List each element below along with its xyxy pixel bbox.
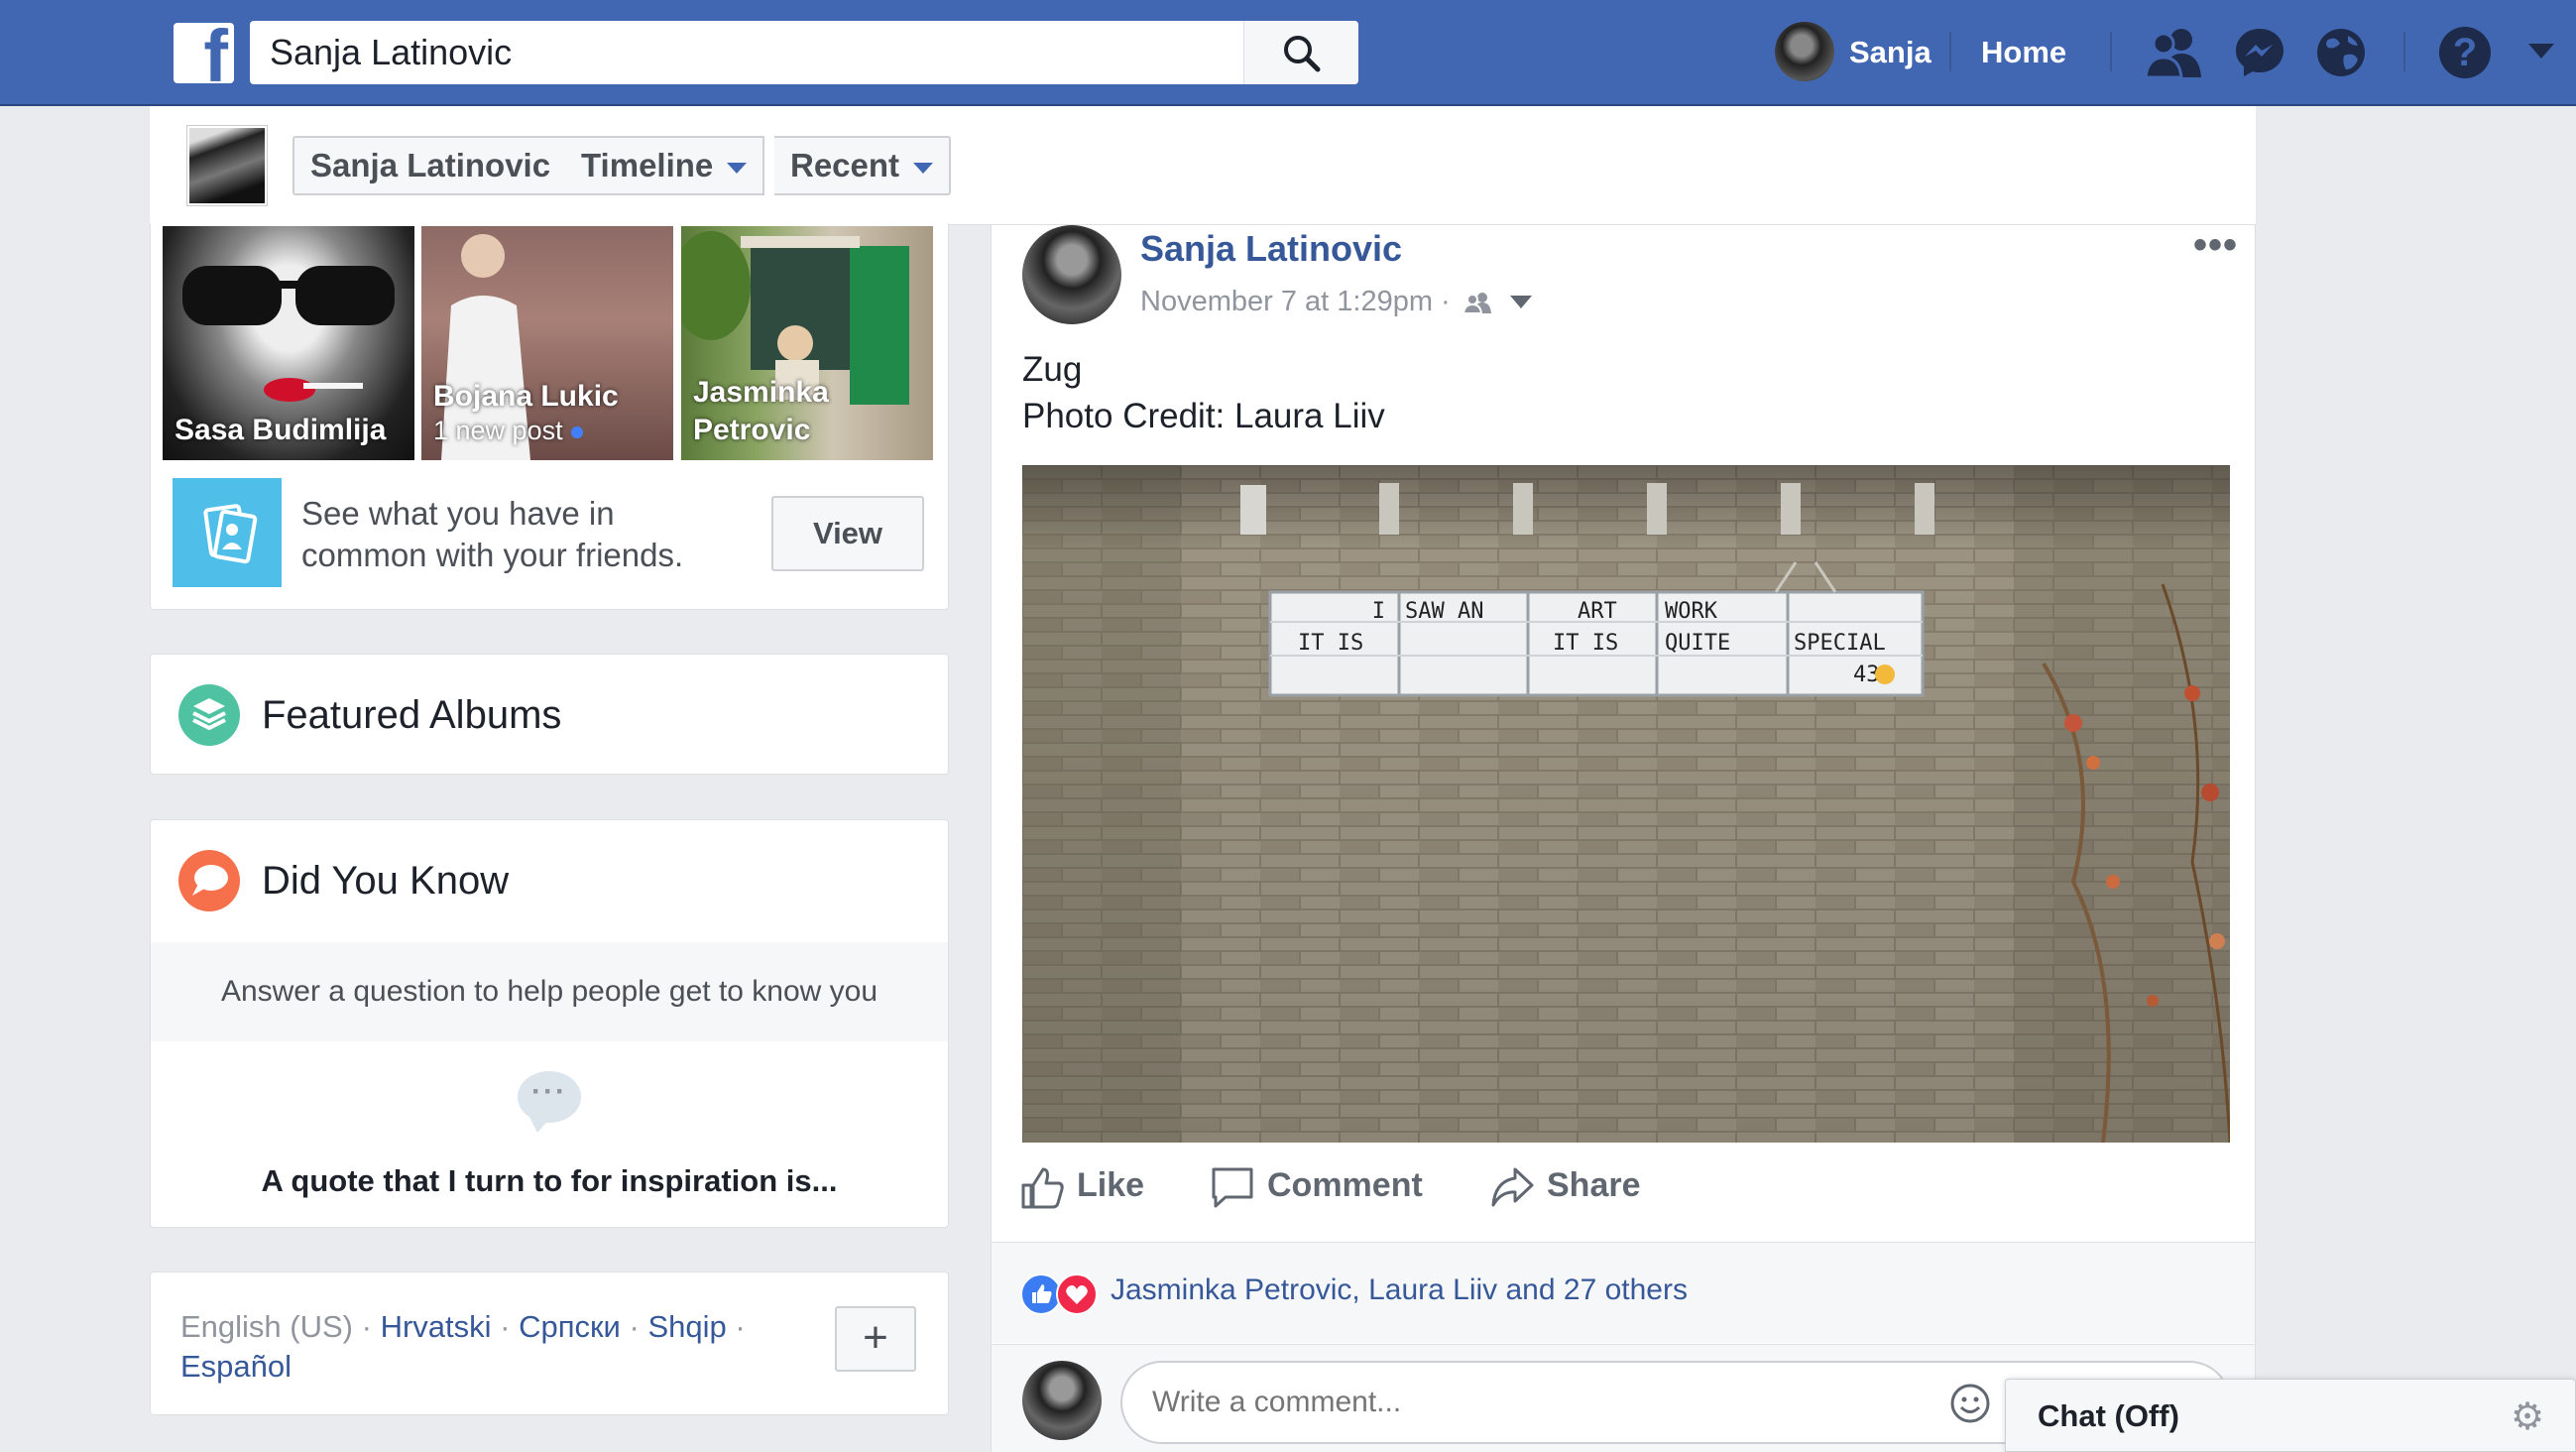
share-label: Share [1547,1165,1641,1204]
chevron-down-icon [727,162,748,174]
friend-new-post-text: 1 new post [433,416,563,446]
nav-divider [2110,32,2112,71]
help-icon[interactable]: ? [2439,27,2491,78]
did-you-know-prompt: Answer a question to help people get to … [220,975,878,1008]
comment-label: Comment [1267,1165,1423,1204]
languages-line-2: Español [180,1349,292,1385]
friend-tile-bojana[interactable]: Bojana Lukic 1 new post [421,226,673,460]
share-button[interactable]: Share [1489,1165,1641,1209]
post-meta: November 7 at 1:29pm · [1140,286,1532,318]
post-photo-brick-wall: I SAW AN ART WORK IT IS IT IS QUITE SPEC… [1022,465,2230,1143]
search-input[interactable] [250,21,1241,84]
friend-tile-jasminka[interactable]: Jasminka Petrovic [681,226,933,460]
language-link-srpski[interactable]: Српски [519,1309,621,1344]
friend-requests-icon[interactable] [2144,26,2203,79]
sign-word: SPECIAL [1794,631,1886,656]
language-link-hrvatski[interactable]: Hrvatski [381,1309,492,1344]
subnav-profile-name[interactable]: Sanja Latinovic [293,136,569,195]
chat-sidebar-toggle[interactable]: Chat (Off) [2005,1379,2576,1452]
did-you-know-quote-prompt[interactable]: A quote that I turn to for inspiration i… [151,1163,948,1199]
post-author-avatar[interactable] [1022,225,1121,324]
post-author-name[interactable]: Sanja Latinovic [1140,228,1402,270]
language-current: English (US) [180,1309,353,1344]
friend-new-post-indicator[interactable]: 1 new post [433,415,619,448]
sign-word: SAW AN [1405,599,1483,624]
friend-name: Sasa Budimlija [175,413,387,446]
did-you-know-title: Did You Know [262,859,510,903]
featured-albums-title[interactable]: Featured Albums [262,693,561,738]
comment-bubble-icon [1212,1167,1253,1208]
language-link-espanol[interactable]: Español [180,1349,292,1384]
subnav-timeline-dropdown[interactable]: Timeline [565,136,765,195]
top-navigation-bar: f Sanja Home ? [0,0,2576,106]
audience-friends-icon[interactable] [1462,291,1494,315]
view-button[interactable]: View [771,496,924,571]
language-link-shqip[interactable]: Shqip [647,1309,726,1344]
friend-name: Jasminka Petrovic [693,374,829,448]
sign-word: IT IS [1553,631,1618,656]
emoji-smiley-icon[interactable] [1949,1383,1991,1424]
chat-settings-gear-icon[interactable]: ⚙ [2511,1394,2544,1439]
sign-word: QUITE [1665,631,1730,656]
friend-name-text: Bojana Lukic [433,379,619,413]
chat-label: Chat (Off) [2038,1398,2179,1433]
subnav-recent-dropdown[interactable]: Recent [774,136,952,195]
language-sep: · [620,1309,648,1344]
friend-name: Bojana Lukic 1 new post [433,378,619,448]
search-icon [1284,36,1321,72]
sign-word: IT IS [1298,631,1363,656]
new-post-dot-icon [570,426,583,439]
language-sep: · [726,1309,746,1344]
layers-icon [178,684,240,746]
search-button[interactable] [1243,21,1358,84]
add-language-button[interactable]: + [835,1306,916,1372]
messenger-icon[interactable] [2233,26,2286,79]
friend-name-first: Jasminka [693,376,829,409]
audience-chevron-down-icon[interactable] [1509,296,1532,309]
timeline-subnav: Sanja Latinovic Timeline Recent [150,106,2256,225]
mutual-friends-icon [173,478,282,587]
reaction-icons[interactable] [1020,1273,1106,1320]
post-text-line-1: Zug [1022,350,1083,389]
commenter-avatar [1022,1361,1102,1440]
sign-word: WORK [1665,599,1718,624]
reactions-names-link[interactable]: Jasminka Petrovic, Laura Liiv and 27 oth… [1111,1273,1688,1307]
sign-emoji-icon [1875,665,1895,684]
facebook-logo-icon[interactable]: f [174,23,234,83]
thumbs-up-icon [1021,1167,1064,1209]
post-timestamp[interactable]: November 7 at 1:29pm [1140,286,1433,317]
nav-divider [1949,32,1951,71]
nav-divider [2403,32,2405,71]
post-options-ellipsis-icon[interactable]: ••• [2193,223,2238,268]
subnav-recent-label: Recent [790,147,900,183]
nav-user-avatar[interactable] [1775,22,1834,81]
post-meta-sep: · [1432,286,1459,317]
friend-tile-sasa[interactable]: Sasa Budimlija [163,226,414,460]
sign-word: ART [1578,599,1617,624]
search-box [250,21,1358,84]
like-label: Like [1077,1165,1145,1204]
nav-user-name[interactable]: Sanja [1849,35,1932,70]
notifications-globe-icon[interactable] [2314,26,2368,79]
profile-thumbnail[interactable] [187,126,267,205]
nav-home-link[interactable]: Home [1981,35,2066,70]
post-photo[interactable]: I SAW AN ART WORK IT IS IT IS QUITE SPEC… [1022,465,2230,1143]
subnav-timeline-label: Timeline [581,147,714,183]
language-sep: · [491,1309,520,1344]
chevron-down-icon [913,162,934,174]
sign-word: I [1372,599,1385,624]
share-arrow-icon [1491,1167,1534,1207]
languages-line-1: English (US) · Hrvatski · Српски · Shqip… [180,1309,746,1345]
friend-name-last: Petrovic [693,413,811,446]
comment-button[interactable]: Comment [1210,1165,1423,1209]
speech-bubble-icon [178,850,240,911]
like-button[interactable]: Like [1019,1165,1144,1209]
mutual-friends-text: See what you have in common with your fr… [301,495,684,574]
post-text-line-2: Photo Credit: Laura Liiv [1022,397,1385,435]
chat-bubble-icon: ··· [518,1071,581,1133]
account-menu-chevron-down-icon[interactable] [2528,44,2554,59]
language-sep: · [353,1309,381,1344]
